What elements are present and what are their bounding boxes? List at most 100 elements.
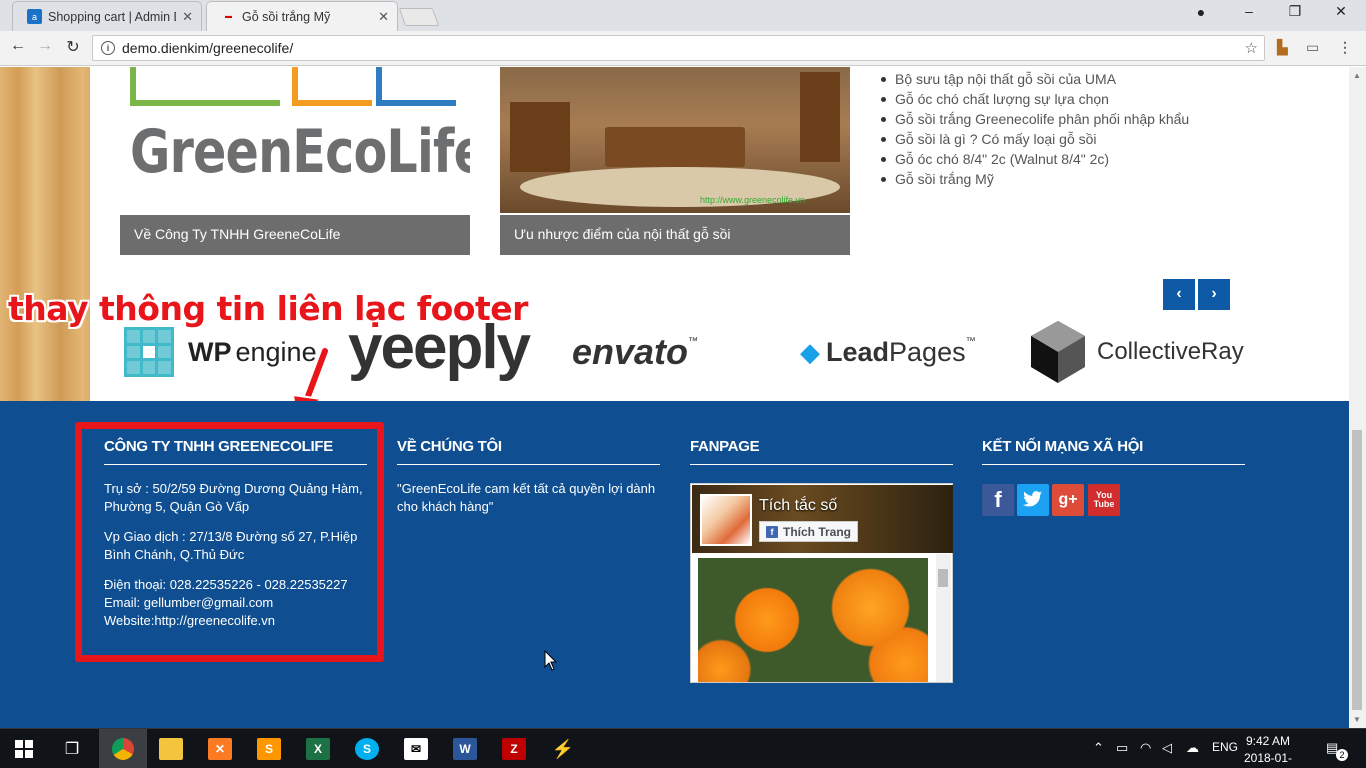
recent-posts-list: Bộ sưu tập nội thất gỗ sồi của UMA Gỗ óc… xyxy=(877,69,1189,189)
list-item[interactable]: Gỗ sồi trắng Mỹ xyxy=(877,169,1189,189)
youtube-icon[interactable]: You Tube xyxy=(1088,484,1120,516)
close-tab-icon[interactable]: ✕ xyxy=(182,9,193,25)
mail-icon: ✉ xyxy=(404,738,428,760)
scroll-up-icon[interactable]: ▲ xyxy=(1353,71,1361,80)
list-item[interactable]: Gỗ sồi là gì ? Có mấy loại gỗ sồi xyxy=(877,129,1189,149)
xampp-icon: ✕ xyxy=(208,738,232,760)
extension-icon[interactable]: ▙ xyxy=(1277,39,1288,56)
scroll-thumb[interactable] xyxy=(1352,430,1362,710)
greenecolife-logo: GreenEcoLife xyxy=(120,67,470,213)
list-item[interactable]: Bộ sưu tập nội thất gỗ sồi của UMA xyxy=(877,69,1189,89)
twitter-icon[interactable] xyxy=(1017,484,1049,516)
close-tab-icon[interactable]: ✕ xyxy=(378,9,389,25)
google-plus-icon[interactable]: g+ xyxy=(1052,484,1084,516)
windows-taskbar: ❐ ✕ S X S ✉ W Z ⚡ ⌃ ▭ ◠ ◁ ☁ ENG 9:42 AM … xyxy=(0,728,1366,768)
maximize-button[interactable]: ❐ xyxy=(1272,3,1318,20)
annotation-highlight-box xyxy=(75,422,384,662)
sublime-icon: S xyxy=(257,738,281,760)
footer-about-column: VỀ CHÚNG TÔI "GreenEcoLife cam kết tất c… xyxy=(397,438,660,516)
profile-icon[interactable]: ● xyxy=(1178,4,1224,20)
lightning-icon: ⚡ xyxy=(551,738,575,759)
tab-shopping-cart[interactable]: a Shopping cart | Admin D ✕ xyxy=(12,1,202,31)
mouse-cursor-icon xyxy=(544,650,558,671)
taskbar-chrome[interactable] xyxy=(99,729,147,768)
task-view-icon: ❐ xyxy=(64,741,80,758)
card-caption[interactable]: Ưu nhược điểm của nội thất gỗ sồi xyxy=(500,215,850,255)
volume-icon[interactable]: ◁ xyxy=(1162,740,1172,756)
footer-heading: FANPAGE xyxy=(690,438,953,465)
carousel-prev-button[interactable]: ‹ xyxy=(1163,279,1195,310)
list-item[interactable]: Gỗ óc chó chất lượng sự lựa chọn xyxy=(877,89,1189,109)
taskbar-app[interactable]: ⚡ xyxy=(539,729,587,768)
about-text: "GreenEcoLife cam kết tất cả quyền lợi d… xyxy=(397,481,656,514)
taskbar-explorer[interactable] xyxy=(147,729,195,768)
word-icon: W xyxy=(453,738,477,760)
folder-icon xyxy=(159,738,183,760)
fb-post-image xyxy=(698,558,928,682)
onedrive-icon[interactable]: ☁ xyxy=(1186,740,1199,756)
menu-icon[interactable]: ⋮ xyxy=(1338,39,1352,56)
facebook-icon: f xyxy=(766,525,778,538)
chrome-icon xyxy=(112,738,134,760)
taskbar-sublime[interactable]: S xyxy=(245,729,293,768)
fb-like-page-button[interactable]: f Thích Trang xyxy=(759,521,858,542)
taskbar-filezilla[interactable]: Z xyxy=(490,729,538,768)
bookmark-star-icon[interactable]: ☆ xyxy=(1245,39,1258,57)
system-clock[interactable]: 9:42 AM 2018-01-16 xyxy=(1240,733,1296,768)
card-caption[interactable]: Về Công Ty TNHH GreeneCoLife xyxy=(120,215,470,255)
leadpages-logo[interactable]: ◆ Lead Pages ™ xyxy=(800,322,976,382)
footer-social-column: KẾT NỐI MẠNG XÃ HỘI xyxy=(982,438,1245,465)
collectiveray-logo[interactable]: CollectiveRay xyxy=(1031,321,1244,383)
task-view-button[interactable]: ❐ xyxy=(48,729,96,768)
forward-arrow-icon[interactable]: → xyxy=(34,37,56,55)
notification-count-badge: 2 xyxy=(1336,749,1348,761)
taskbar-xampp[interactable]: ✕ xyxy=(196,729,244,768)
url-text: demo.dienkim/greenecolife/ xyxy=(122,40,294,56)
skype-icon: S xyxy=(355,738,379,760)
fb-page-avatar[interactable] xyxy=(700,494,752,546)
taskbar-skype[interactable]: S xyxy=(343,729,391,768)
language-indicator[interactable]: ENG xyxy=(1212,740,1238,754)
back-arrow-icon[interactable]: ← xyxy=(7,37,29,55)
start-button[interactable] xyxy=(0,729,48,768)
post-card-about[interactable]: GreenEcoLife Về Công Ty TNHH GreeneCoLif… xyxy=(120,67,470,255)
page-scrollbar[interactable]: ▲ ▼ xyxy=(1349,67,1366,728)
tray-chevron-icon[interactable]: ⌃ xyxy=(1093,740,1104,756)
post-card-oak[interactable]: http://www.greenecolife.vn Ưu nhược điểm… xyxy=(500,67,850,255)
facebook-icon[interactable]: f xyxy=(982,484,1014,516)
close-window-button[interactable]: ✕ xyxy=(1318,3,1364,20)
taskbar-mail[interactable]: ✉ xyxy=(392,729,440,768)
info-icon[interactable]: i xyxy=(101,41,115,55)
footer-heading: KẾT NỐI MẠNG XÃ HỘI xyxy=(982,438,1245,465)
reload-icon[interactable]: ↻ xyxy=(62,37,84,57)
taskbar-excel[interactable]: X xyxy=(294,729,342,768)
collectiveray-mark-icon xyxy=(1031,321,1085,383)
list-item[interactable]: Gỗ óc chó 8/4" 2c (Walnut 8/4" 2c) xyxy=(877,149,1189,169)
list-item[interactable]: Gỗ sồi trắng Greenecolife phân phối nhập… xyxy=(877,109,1189,129)
browser-tab-bar: a Shopping cart | Admin D ✕ ▬ Gỗ sồi trắ… xyxy=(0,0,1366,31)
battery-icon[interactable]: ▭ xyxy=(1116,740,1128,756)
excel-icon: X xyxy=(306,738,330,760)
filezilla-icon: Z xyxy=(502,738,526,760)
carousel-next-button[interactable]: › xyxy=(1198,279,1230,310)
envato-logo[interactable]: envato ™ xyxy=(572,322,698,382)
windows-logo-icon xyxy=(15,740,33,758)
tab-go-soi-trang[interactable]: ▬ Gỗ sồi trắng Mỹ ✕ xyxy=(206,1,398,31)
content-area: GreenEcoLife Về Công Ty TNHH GreeneCoLif… xyxy=(90,67,1349,401)
footer-fanpage-column: FANPAGE xyxy=(690,438,953,465)
site-favicon-icon: ▬ xyxy=(225,13,232,20)
minimize-button[interactable]: – xyxy=(1226,3,1272,19)
taskbar-word[interactable]: W xyxy=(441,729,489,768)
cast-icon[interactable]: ▭ xyxy=(1306,39,1319,56)
fb-page-name[interactable]: Tích tắc số xyxy=(759,497,837,515)
facebook-page-widget[interactable]: Tích tắc số f Thích Trang xyxy=(690,483,953,683)
page-viewport: GreenEcoLife Về Công Ty TNHH GreeneCoLif… xyxy=(0,67,1349,728)
fb-widget-scrollbar[interactable] xyxy=(936,554,951,682)
address-bar[interactable]: i demo.dienkim/greenecolife/ ☆ xyxy=(92,35,1265,61)
wifi-icon[interactable]: ◠ xyxy=(1140,740,1151,756)
scroll-down-icon[interactable]: ▼ xyxy=(1353,715,1361,724)
admin-favicon-icon: a xyxy=(27,9,42,24)
fb-cover: Tích tắc số f Thích Trang xyxy=(692,485,953,553)
new-tab-button[interactable] xyxy=(398,8,440,26)
browser-toolbar: ← → ↻ i demo.dienkim/greenecolife/ ☆ ▙ ▭… xyxy=(0,31,1366,66)
